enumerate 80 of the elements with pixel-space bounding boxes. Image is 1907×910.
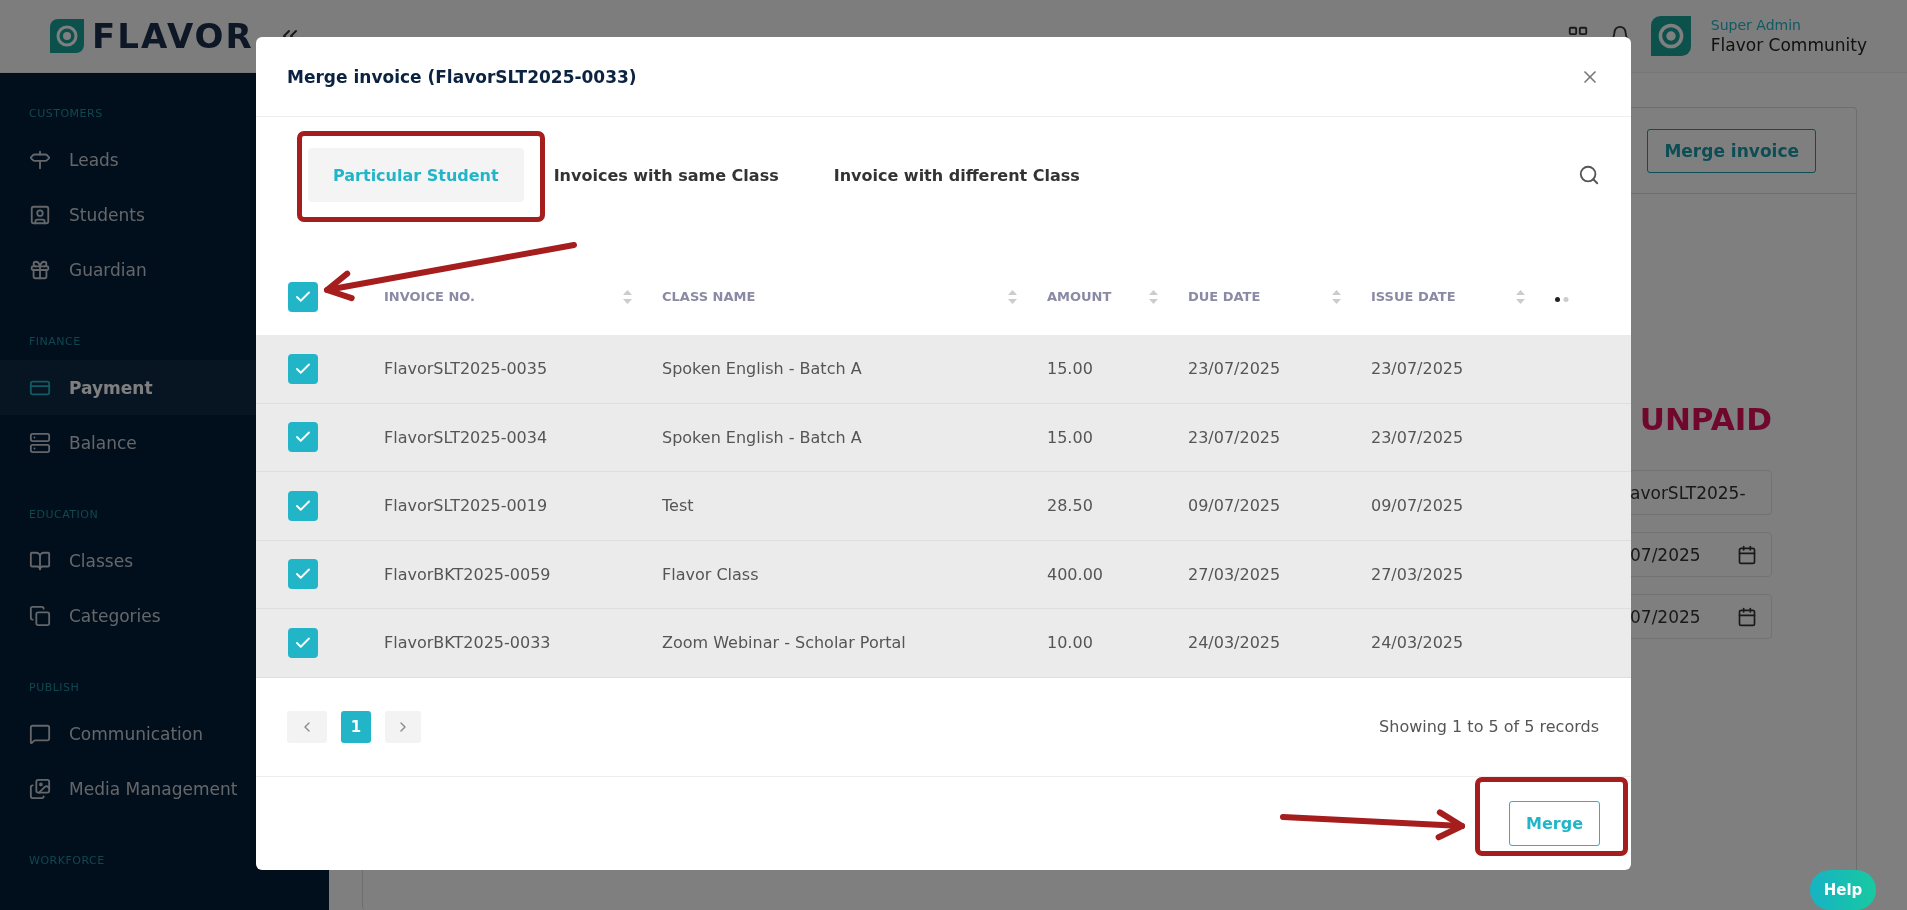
table-cell-text: 09/07/2025 [1371, 496, 1465, 516]
sort-icon[interactable] [623, 289, 632, 304]
tab[interactable]: Invoice with different Class [808, 148, 1105, 202]
gift-icon [29, 258, 51, 281]
sidebar-item[interactable]: Media Management [0, 761, 329, 816]
stacked-squares-icon [29, 604, 51, 627]
sidebar-item[interactable]: Balance [0, 415, 329, 470]
table-cell-text: FlavorSLT2025-0034 [384, 427, 549, 447]
sort-icon[interactable] [1149, 289, 1158, 304]
checkbox[interactable] [288, 353, 318, 384]
logo-text: FLAVOR [92, 16, 254, 56]
chat-icon [29, 722, 51, 745]
checkbox[interactable] [288, 490, 318, 521]
signpost-icon [29, 148, 51, 171]
column-header: ISSUE DATE [1371, 289, 1456, 304]
section-title: CUSTOMERS [29, 107, 103, 120]
table-cell-text: 15.00 [1047, 427, 1094, 447]
table-cell-text: FlavorBKT2025-0059 [384, 564, 552, 584]
section-title: FINANCE [29, 335, 81, 348]
search-icon[interactable] [1578, 164, 1600, 186]
section-title: WORKFORCE [29, 854, 105, 867]
sidebar-item[interactable]: Guardian [0, 242, 329, 297]
sort-icon[interactable] [1008, 289, 1017, 304]
table-cell-text: Spoken English - Batch A [662, 427, 863, 447]
table-cell-text: Test [662, 496, 695, 516]
table-cell-text: 23/07/2025 [1188, 359, 1282, 379]
dots-icon[interactable] [1555, 297, 1569, 302]
sidebar-item[interactable]: Categories [0, 588, 329, 643]
sort-icon[interactable] [1516, 289, 1525, 304]
sidebar-item[interactable]: Communication [0, 706, 329, 761]
tab[interactable]: Particular Student [308, 148, 524, 202]
column-header: INVOICE NO. [384, 289, 475, 304]
book-icon [29, 549, 51, 572]
table-cell-text: FlavorSLT2025-0019 [384, 496, 549, 516]
column-header: AMOUNT [1047, 289, 1112, 304]
images-icon [29, 777, 51, 800]
user-name: Flavor Community [1710, 35, 1867, 55]
checkbox[interactable] [288, 281, 318, 312]
table-cell-text: 28.50 [1047, 496, 1094, 516]
table-cell-text: Flavor Class [662, 564, 760, 584]
table-cell-text: 24/03/2025 [1188, 633, 1282, 653]
merge-invoice-button[interactable]: Merge invoice [1647, 128, 1816, 173]
calendar-icon[interactable] [1737, 606, 1757, 627]
table-cell-text: FlavorBKT2025-0033 [384, 633, 552, 653]
table-cell-text: 23/07/2025 [1371, 359, 1465, 379]
table-cell-text: 27/03/2025 [1188, 564, 1282, 584]
table-cell-text: 23/07/2025 [1371, 427, 1465, 447]
table-cell-text: Spoken English - Batch A [662, 359, 863, 379]
dialog-title: Merge invoice (FlavorSLT2025-0033) [287, 66, 637, 87]
section-title: PUBLISH [29, 681, 80, 694]
merge-button[interactable]: Merge [1509, 800, 1600, 846]
table-cell-text: 10.00 [1047, 633, 1094, 653]
avatar-icon[interactable] [1650, 16, 1691, 56]
section-title: EDUCATION [29, 508, 99, 521]
table-cell-text: 15.00 [1047, 359, 1094, 379]
records-summary: Showing 1 to 5 of 5 records [1379, 717, 1599, 736]
user-card-icon [29, 203, 51, 226]
table-cell-text: 23/07/2025 [1188, 427, 1282, 447]
calendar-icon[interactable] [1737, 544, 1757, 565]
checkbox[interactable] [288, 559, 318, 590]
checkbox[interactable] [288, 422, 318, 453]
column-header: CLASS NAME [662, 289, 756, 304]
table-cell-text: 24/03/2025 [1371, 633, 1465, 653]
table-cell-text: Zoom Webinar - Scholar Portal [662, 633, 907, 653]
stack-icon [29, 431, 51, 454]
next-page-button[interactable] [385, 710, 421, 743]
previous-page-button[interactable] [287, 710, 327, 743]
tab[interactable]: Invoices with same Class [528, 148, 804, 202]
table-cell-text: FlavorSLT2025-0035 [384, 359, 549, 379]
checkbox[interactable] [288, 627, 318, 658]
status-text: UNPAID [1639, 400, 1772, 439]
column-header: DUE DATE [1188, 289, 1261, 304]
table-cell-text: 27/03/2025 [1371, 564, 1465, 584]
user-role: Super Admin [1710, 17, 1802, 33]
logo-icon [50, 19, 84, 53]
page-button[interactable]: 1 [341, 710, 371, 743]
sort-icon[interactable] [1332, 289, 1341, 304]
table-cell-text: 400.00 [1047, 564, 1104, 584]
sidebar-item[interactable]: Classes [0, 533, 329, 588]
table-cell-text: 09/07/2025 [1188, 496, 1282, 516]
